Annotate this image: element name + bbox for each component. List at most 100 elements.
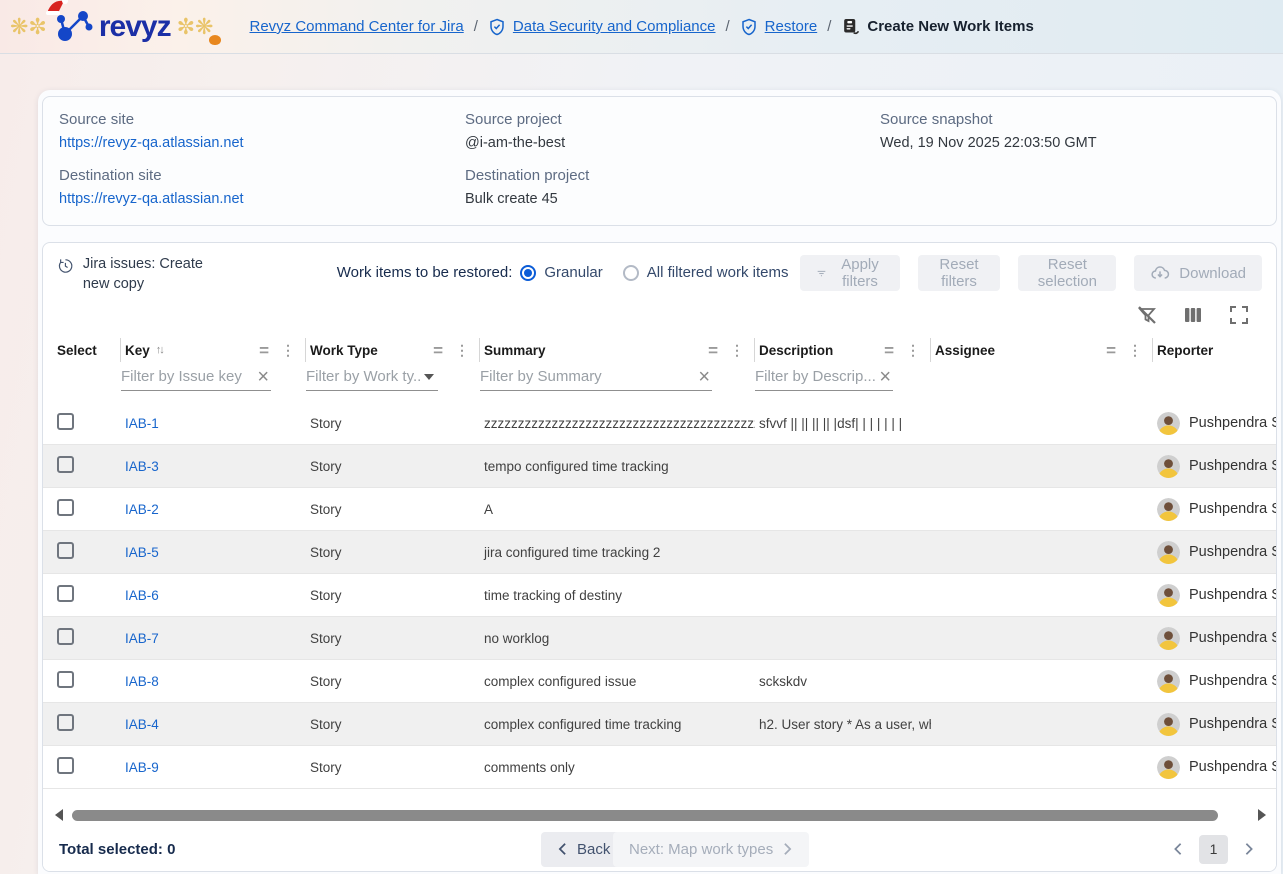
source-project-value: @i-am-the-best [465, 135, 880, 151]
column-menu-icon[interactable]: ⋮ [730, 342, 744, 359]
breadcrumb-link-restore[interactable]: Restore [765, 18, 818, 35]
row-checkbox[interactable] [57, 456, 74, 473]
table-row[interactable]: IAB-4 Story complex configured time trac… [43, 703, 1276, 746]
logo-text: revyz [99, 10, 171, 44]
work-type-cell: Story [306, 416, 480, 431]
summary-filter[interactable]: × [480, 368, 712, 391]
all-filtered-radio-label[interactable]: All filtered work items [647, 264, 789, 281]
source-snapshot-field: Source snapshot Wed, 19 Nov 2025 22:03:5… [880, 111, 1260, 151]
apply-filters-button[interactable]: Apply filters [800, 255, 899, 291]
table-row[interactable]: IAB-3 Story tempo configured time tracki… [43, 445, 1276, 488]
scroll-right-arrow-icon[interactable] [1258, 809, 1266, 821]
page-number[interactable]: 1 [1199, 835, 1228, 864]
issue-key-link[interactable]: IAB-6 [125, 588, 159, 603]
issue-key-link[interactable]: IAB-4 [125, 717, 159, 732]
column-work-type[interactable]: Work Type =⋮ [306, 338, 480, 362]
issue-key-link[interactable]: IAB-1 [125, 416, 159, 431]
next-map-work-types-button[interactable]: Next: Map work types [613, 832, 809, 867]
clear-x-icon[interactable]: × [696, 369, 712, 385]
table-row[interactable]: IAB-6 Story time tracking of destiny Pus… [43, 574, 1276, 617]
scrollbar-thumb[interactable] [72, 810, 1218, 821]
fullscreen-icon[interactable] [1228, 304, 1250, 326]
row-checkbox[interactable] [57, 714, 74, 731]
key-filter-input[interactable] [121, 368, 255, 385]
column-resize-icon[interactable]: = [1106, 342, 1116, 359]
row-checkbox[interactable] [57, 671, 74, 688]
summary-cell: comments only [480, 760, 755, 775]
clear-x-icon[interactable]: × [255, 369, 271, 385]
sort-arrows-icon[interactable]: ↑↓ [156, 344, 163, 356]
description-filter[interactable]: × [755, 368, 893, 391]
column-resize-icon[interactable]: = [884, 342, 894, 359]
table-row[interactable]: IAB-1 Story zzzzzzzzzzzzzzzzzzzzzzzzzzzz… [43, 402, 1276, 445]
next-page-icon[interactable] [1244, 842, 1254, 856]
column-resize-icon[interactable]: = [433, 342, 443, 359]
row-checkbox[interactable] [57, 628, 74, 645]
row-checkbox[interactable] [57, 585, 74, 602]
download-button[interactable]: Download [1134, 255, 1262, 291]
granular-radio[interactable] [520, 265, 536, 281]
filter-off-icon[interactable] [1136, 304, 1158, 326]
row-checkbox[interactable] [57, 542, 74, 559]
summary-filter-input[interactable] [480, 368, 696, 385]
cloud-download-icon [1150, 263, 1170, 283]
description-filter-input[interactable] [755, 368, 877, 385]
issue-key-link[interactable]: IAB-3 [125, 459, 159, 474]
column-menu-icon[interactable]: ⋮ [281, 342, 295, 359]
issue-key-link[interactable]: IAB-7 [125, 631, 159, 646]
reset-filters-button[interactable]: Reset filters [918, 255, 1001, 291]
source-snapshot-label: Source snapshot [880, 111, 1260, 128]
reporter-name: Pushpendra Sha [1189, 759, 1276, 775]
destination-site-link[interactable]: https://revyz-qa.atlassian.net [59, 191, 465, 207]
top-bar: ❋✼ revyz ✼❋ Revyz Command Center for Jir… [0, 0, 1283, 54]
column-summary[interactable]: Summary =⋮ [480, 338, 755, 362]
column-assignee[interactable]: Assignee =⋮ [931, 338, 1153, 362]
row-checkbox[interactable] [57, 413, 74, 430]
column-key[interactable]: Key↑↓ =⋮ [121, 338, 306, 362]
column-resize-icon[interactable]: = [259, 342, 269, 359]
table-row[interactable]: IAB-7 Story no worklog Pushpendra Sha [43, 617, 1276, 660]
column-menu-icon[interactable]: ⋮ [906, 342, 920, 359]
issue-key-link[interactable]: IAB-9 [125, 760, 159, 775]
clear-x-icon[interactable]: × [877, 369, 893, 385]
caret-down-icon[interactable] [424, 374, 434, 380]
column-resize-icon[interactable]: = [708, 342, 718, 359]
all-filtered-radio[interactable] [623, 265, 639, 281]
granular-radio-label[interactable]: Granular [544, 264, 602, 281]
work-type-filter-input[interactable] [306, 368, 420, 385]
row-checkbox[interactable] [57, 499, 74, 516]
column-description[interactable]: Description =⋮ [755, 338, 931, 362]
source-site-field: Source site https://revyz-qa.atlassian.n… [59, 111, 465, 151]
breadcrumb-link-command-center[interactable]: Revyz Command Center for Jira [249, 18, 463, 35]
breadcrumb-separator: / [474, 18, 478, 35]
summary-cell: complex configured issue [480, 674, 755, 689]
table-row[interactable]: IAB-5 Story jira configured time trackin… [43, 531, 1276, 574]
issue-key-link[interactable]: IAB-2 [125, 502, 159, 517]
table-filter-row: × × × [43, 368, 1276, 402]
revyz-logo[interactable]: ❋✼ revyz ✼❋ [0, 7, 227, 47]
row-checkbox[interactable] [57, 757, 74, 774]
reset-selection-button[interactable]: Reset selection [1018, 255, 1116, 291]
table-row[interactable]: IAB-9 Story comments only Pushpendra Sha [43, 746, 1276, 789]
key-filter[interactable]: × [121, 368, 271, 391]
horizontal-scrollbar[interactable] [55, 807, 1266, 823]
table-row[interactable]: IAB-2 Story A Pushpendra Sha [43, 488, 1276, 531]
table-row[interactable]: IAB-8 Story complex configured issue sck… [43, 660, 1276, 703]
description-cell: h2. User story * As a user, whe [755, 717, 931, 732]
destination-project-value: Bulk create 45 [465, 191, 880, 207]
breadcrumb-link-data-security[interactable]: Data Security and Compliance [513, 18, 716, 35]
columns-icon[interactable] [1182, 304, 1204, 326]
column-reporter[interactable]: Reporter [1153, 338, 1276, 362]
column-menu-icon[interactable]: ⋮ [1128, 342, 1142, 359]
issue-key-link[interactable]: IAB-5 [125, 545, 159, 560]
scroll-left-arrow-icon[interactable] [55, 809, 63, 821]
shield-check-icon [488, 18, 506, 36]
filter-lines-icon [816, 264, 827, 282]
issue-key-link[interactable]: IAB-8 [125, 674, 159, 689]
restore-mode-label: Work items to be restored: [337, 264, 513, 281]
work-type-filter[interactable] [306, 368, 438, 391]
panel-title-text: Jira issues: Create new copy [83, 255, 225, 294]
source-site-link[interactable]: https://revyz-qa.atlassian.net [59, 135, 465, 151]
column-menu-icon[interactable]: ⋮ [455, 342, 469, 359]
previous-page-icon[interactable] [1173, 842, 1183, 856]
